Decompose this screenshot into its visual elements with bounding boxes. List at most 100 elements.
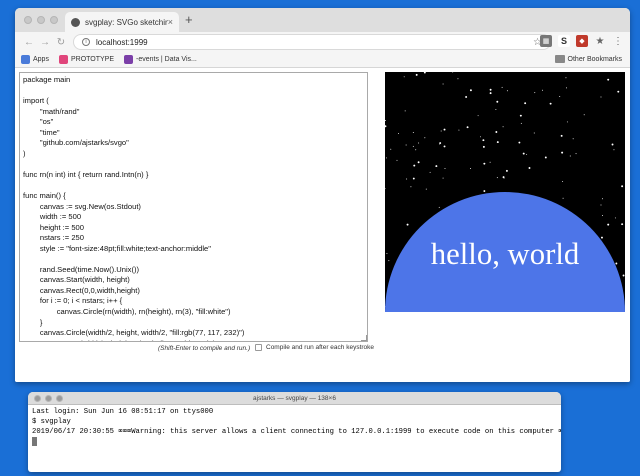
star [429, 171, 431, 173]
apps-grid-icon [21, 55, 30, 64]
bookmarks-bar: Apps PROTOTYPE -events | Data Vis... Oth… [15, 52, 630, 68]
star [418, 142, 420, 144]
extension-icon[interactable]: ▦ [540, 35, 552, 47]
star [495, 131, 498, 133]
star [566, 121, 568, 123]
star [443, 145, 446, 148]
star [541, 89, 543, 91]
star [457, 78, 459, 80]
star [469, 89, 472, 92]
zoom-window-button[interactable] [50, 16, 58, 24]
terminal-line: Last login: Sun Jun 16 08:51:17 on ttys0… [32, 408, 214, 416]
star [385, 157, 387, 159]
terminal-cursor[interactable] [32, 437, 37, 446]
star [572, 138, 574, 140]
terminal-minimize-button[interactable] [45, 395, 52, 402]
star [425, 188, 427, 190]
star [565, 87, 567, 89]
tab-close-icon[interactable]: × [168, 17, 173, 27]
star [526, 154, 528, 156]
window-controls [24, 16, 58, 24]
star [533, 132, 535, 134]
reload-icon[interactable]: ↻ [53, 37, 69, 48]
star [439, 143, 441, 145]
star [482, 145, 485, 148]
bookmark-events[interactable]: -events | Data Vis... [124, 55, 197, 64]
folder-icon [554, 55, 565, 63]
code-editor[interactable]: package main import ( "math/rand" "os" "… [19, 72, 368, 342]
terminal-window-controls [34, 395, 63, 402]
terminal-line: 2019/06/17 20:30:55 ⌧⌧⌧Warning: this ser… [32, 428, 561, 436]
star [524, 102, 527, 105]
star [404, 110, 406, 112]
star [444, 168, 446, 169]
star [489, 88, 492, 91]
star [480, 136, 481, 138]
terminal-zoom-button[interactable] [56, 395, 63, 402]
star [396, 159, 398, 161]
compile-hint: (Shift-Enter to compile and run.) [158, 345, 251, 352]
address-bar[interactable]: i localhost:1999 ☆ [73, 34, 551, 50]
star [469, 168, 471, 169]
url-text[interactable]: localhost:1999 [96, 38, 533, 47]
star [501, 86, 503, 88]
star [622, 274, 625, 277]
star [600, 96, 602, 98]
tab-svgplay[interactable]: svgplay: SVGo sketching × [65, 12, 179, 32]
shield-extension-icon[interactable]: ◆ [576, 35, 588, 47]
scribd-icon[interactable]: S [558, 35, 570, 47]
star [406, 178, 408, 180]
star-extension-icon[interactable]: ★ [594, 35, 606, 47]
star [601, 215, 603, 216]
events-icon [124, 55, 134, 64]
star [388, 260, 390, 262]
resize-handle[interactable] [361, 335, 367, 341]
star [442, 83, 444, 85]
svg-canvas: hello, world [385, 72, 625, 312]
back-arrow-icon[interactable]: ← [21, 37, 37, 48]
star [466, 126, 469, 129]
bookmark-prototype[interactable]: PROTOTYPE [58, 55, 114, 64]
star [503, 177, 505, 179]
forward-arrow-icon[interactable]: → [37, 37, 53, 48]
terminal-output[interactable]: Last login: Sun Jun 16 08:51:17 on ttys0… [28, 405, 561, 451]
info-icon[interactable]: i [82, 38, 90, 46]
star [417, 161, 420, 164]
star [495, 108, 497, 110]
tab-bar: svgplay: SVGo sketching × + [15, 8, 630, 32]
star [613, 149, 615, 151]
more-menu-icon[interactable]: ⋮ [612, 35, 624, 47]
auto-compile-checkbox[interactable]: Compile and run after each keystroke [255, 344, 374, 351]
star [519, 114, 522, 117]
browser-window: svgplay: SVGo sketching × + ← → ↻ i loca… [15, 8, 630, 382]
star [621, 223, 624, 226]
star [405, 144, 407, 146]
globe-icon [71, 17, 80, 27]
star [544, 156, 547, 159]
terminal-close-button[interactable] [34, 395, 41, 402]
star [412, 145, 414, 147]
close-window-button[interactable] [24, 16, 32, 24]
star [483, 190, 486, 192]
star [386, 252, 388, 254]
star [534, 92, 536, 94]
bookmark-apps[interactable]: Apps [21, 55, 49, 64]
star [505, 169, 508, 172]
star [415, 73, 418, 76]
new-tab-button[interactable]: + [185, 12, 193, 27]
star [489, 92, 492, 95]
star [549, 102, 552, 105]
terminal-title: ajstarks — svgplay — 138×6 [253, 395, 336, 402]
star [424, 137, 426, 139]
page-content: package main import ( "math/rand" "os" "… [15, 68, 630, 382]
star [483, 162, 486, 165]
star [621, 185, 624, 188]
minimize-window-button[interactable] [37, 16, 45, 24]
star [489, 161, 491, 163]
other-bookmarks[interactable]: Other Bookmarks [554, 55, 622, 63]
star [403, 76, 405, 78]
star [465, 96, 468, 98]
checkbox-box[interactable] [255, 344, 262, 351]
star [600, 204, 602, 206]
auto-compile-label: Compile and run after each keystroke [266, 344, 375, 351]
